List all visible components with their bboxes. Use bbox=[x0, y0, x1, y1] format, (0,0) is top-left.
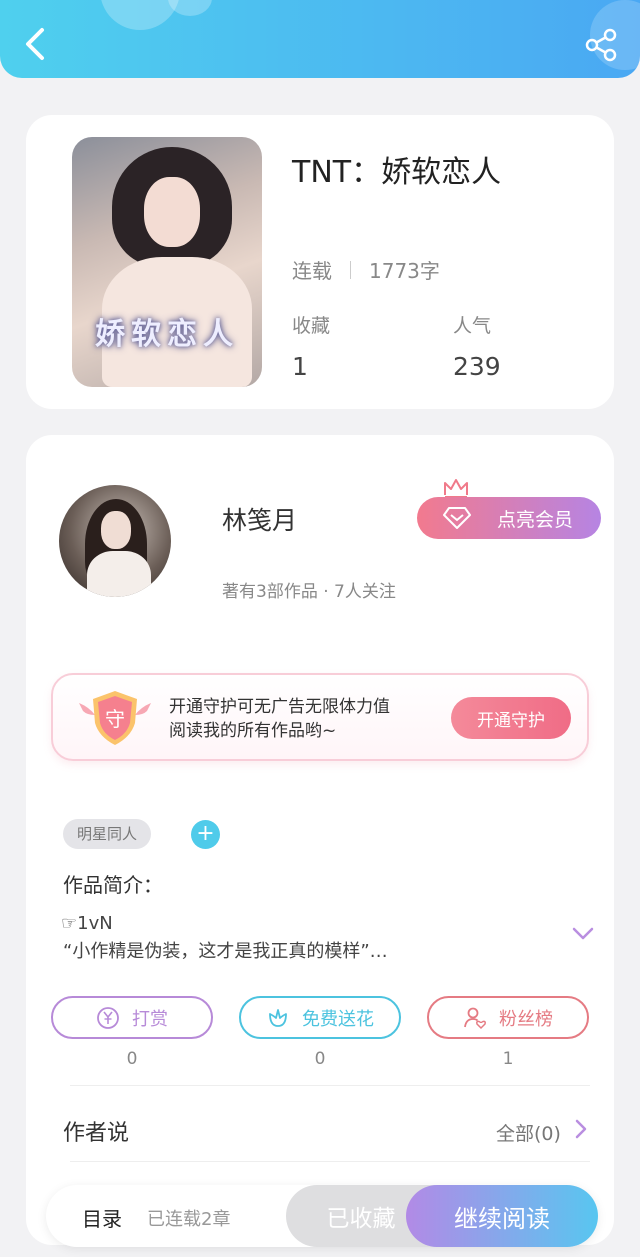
reward-label: 打赏 bbox=[132, 1008, 168, 1030]
add-tag-button[interactable]: + bbox=[191, 820, 220, 849]
crown-icon bbox=[444, 479, 468, 498]
avatar-dress bbox=[87, 551, 151, 597]
guard-shield-icon: 守 bbox=[79, 691, 151, 745]
avatar-face bbox=[101, 511, 131, 549]
book-title: TNT：娇软恋人 bbox=[292, 155, 502, 190]
stat-label: 人气 bbox=[453, 315, 492, 337]
divider bbox=[350, 260, 351, 279]
cover-title-art: 娇软恋人 bbox=[95, 317, 239, 352]
intro-text-line1: ☞1vN bbox=[61, 913, 113, 934]
guard-icon-char: 守 bbox=[105, 707, 125, 731]
fan-user-icon bbox=[464, 1007, 486, 1029]
chevron-left-icon[interactable] bbox=[18, 24, 52, 64]
favorited-label: 已收藏 bbox=[326, 1206, 396, 1232]
serial-status: 连载 bbox=[292, 259, 332, 283]
author-avatar[interactable] bbox=[59, 485, 171, 597]
divider bbox=[70, 1085, 590, 1086]
continue-reading-button[interactable]: 继续阅读 bbox=[406, 1185, 598, 1247]
word-count: 1773字 bbox=[369, 259, 440, 283]
flower-count: 0 bbox=[314, 1049, 326, 1069]
bottom-action-bar: 目录 已连载2章 已收藏 继续阅读 bbox=[46, 1185, 598, 1247]
chevron-right-icon[interactable] bbox=[575, 1119, 587, 1139]
author-meta: 著有3部作品 · 7人关注 bbox=[222, 582, 396, 602]
open-guard-button[interactable]: 开通守护 bbox=[451, 697, 571, 739]
author-name[interactable]: 林笺月 bbox=[222, 501, 297, 537]
yen-coin-icon bbox=[97, 1006, 119, 1029]
chevron-down-icon[interactable] bbox=[572, 927, 594, 941]
reward-button[interactable]: 打赏 bbox=[51, 996, 213, 1039]
guard-text-line1: 开通守护可无广告无限体力值 bbox=[169, 697, 390, 717]
send-flower-button[interactable]: 免费送花 bbox=[239, 996, 401, 1039]
stat-value: 239 bbox=[453, 352, 501, 381]
stat-popularity: 人气 239 bbox=[453, 311, 501, 381]
decor-bubble bbox=[100, 0, 180, 30]
author-says-label: 作者说 bbox=[63, 1121, 130, 1146]
vip-button[interactable]: 点亮会员 bbox=[417, 497, 601, 539]
stat-favorites: 收藏 1 bbox=[292, 311, 330, 381]
divider bbox=[70, 1161, 590, 1162]
reward-count: 0 bbox=[126, 1049, 138, 1069]
vip-button-label: 点亮会员 bbox=[496, 508, 573, 531]
intro-label: 作品简介： bbox=[63, 873, 163, 897]
guard-text-line2: 阅读我的所有作品哟~ bbox=[169, 721, 337, 741]
send-flower-label: 免费送花 bbox=[302, 1008, 374, 1030]
fan-ranking-label: 粉丝榜 bbox=[499, 1008, 553, 1030]
chapter-count: 已连载2章 bbox=[147, 1209, 231, 1230]
top-header bbox=[0, 0, 640, 78]
author-card: 林笺月 著有3部作品 · 7人关注 点亮会员 守 开通守护可无广告无限体力值 阅… bbox=[26, 435, 614, 1245]
author-says-all-link[interactable]: 全部(0) bbox=[496, 1119, 561, 1146]
stat-label: 收藏 bbox=[292, 315, 331, 337]
book-info-card: 娇软恋人 TNT：娇软恋人 连载 1773字 收藏 1 人气 239 bbox=[26, 115, 614, 409]
book-cover[interactable]: 娇软恋人 bbox=[72, 137, 262, 387]
guard-promo-banner[interactable]: 守 开通守护可无广告无限体力值 阅读我的所有作品哟~ 开通守护 bbox=[51, 673, 589, 761]
guard-description: 开通守护可无广告无限体力值 阅读我的所有作品哟~ bbox=[169, 695, 390, 743]
flower-icon bbox=[269, 1008, 287, 1027]
diamond-icon bbox=[443, 507, 471, 529]
cover-figure-face bbox=[144, 177, 200, 247]
share-icon[interactable] bbox=[584, 28, 618, 62]
decor-bubble bbox=[168, 0, 212, 16]
fan-ranking-button[interactable]: 粉丝榜 bbox=[427, 996, 589, 1039]
book-status-row: 连载 1773字 bbox=[292, 255, 440, 284]
intro-text-line2: “小作精是伪装，这才是我正真的模样”… bbox=[63, 941, 388, 962]
genre-tag[interactable]: 明星同人 bbox=[63, 819, 152, 849]
stat-value: 1 bbox=[292, 352, 308, 381]
toc-button[interactable]: 目录 bbox=[82, 1203, 122, 1232]
fan-count: 1 bbox=[502, 1049, 514, 1069]
